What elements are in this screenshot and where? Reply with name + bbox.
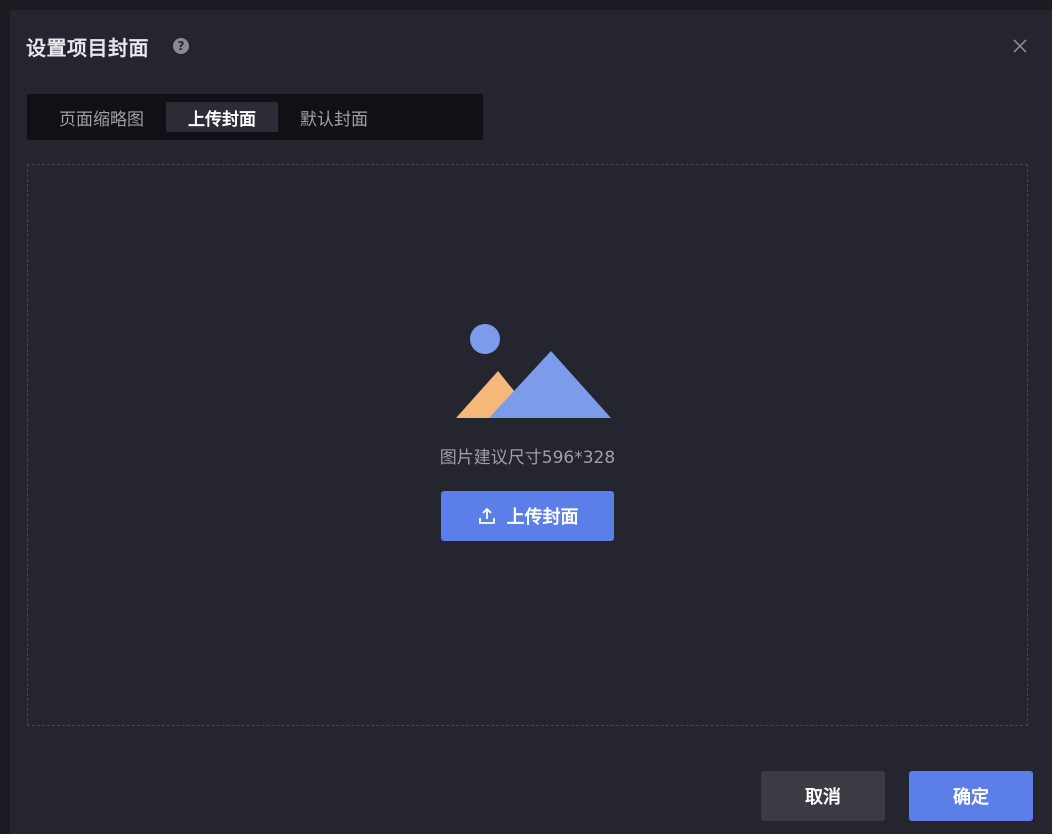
image-placeholder-icon (451, 323, 611, 423)
size-hint: 图片建议尺寸596*328 (439, 448, 616, 468)
close-icon[interactable] (1010, 36, 1030, 56)
dialog-header: 设置项目封面 ? (26, 32, 189, 60)
cover-settings-dialog: 设置项目封面 ? 页面缩略图 上传封面 默认封面 图片建议尺寸596*328 上… (10, 10, 1052, 834)
upload-cover-button[interactable]: 上传封面 (441, 491, 614, 541)
cover-source-tabs: 页面缩略图 上传封面 默认封面 (27, 94, 483, 140)
tab-default-cover[interactable]: 默认封面 (278, 102, 390, 132)
question-circle-icon[interactable]: ? (173, 38, 189, 54)
cancel-button[interactable]: 取消 (761, 771, 885, 821)
upload-button-label: 上传封面 (506, 507, 579, 528)
tab-upload-cover[interactable]: 上传封面 (166, 102, 278, 132)
upload-dropzone[interactable]: 图片建议尺寸596*328 上传封面 (27, 164, 1028, 726)
confirm-button[interactable]: 确定 (909, 771, 1033, 821)
dialog-title: 设置项目封面 (26, 35, 149, 60)
upload-icon (477, 506, 497, 526)
tab-page-thumbnail[interactable]: 页面缩略图 (37, 102, 166, 132)
